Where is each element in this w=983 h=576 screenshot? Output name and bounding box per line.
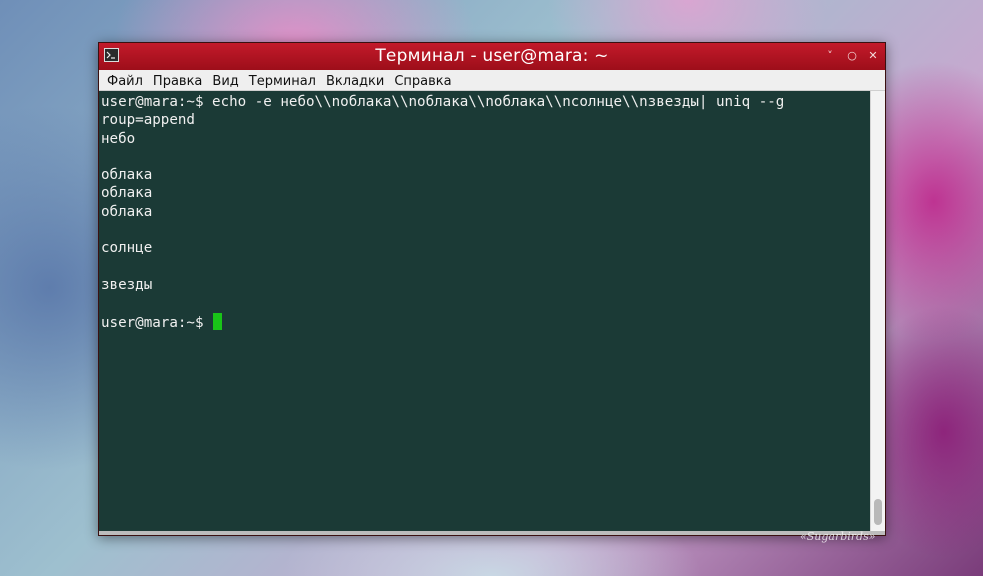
menu-bar: Файл Правка Вид Терминал Вкладки Справка [99, 70, 885, 91]
text-cursor [213, 312, 223, 330]
terminal-output[interactable]: user@mara:~$ echo -e небо\\nоблака\\nобл… [99, 91, 870, 529]
terminal-window: Терминал - user@mara: ~ ˅ ○ ✕ Файл Правка… [98, 42, 886, 536]
vertical-scrollbar[interactable] [870, 91, 885, 531]
maximize-button[interactable]: ○ [845, 49, 859, 63]
wallpaper-watermark: «Sugarbirds» [800, 530, 876, 543]
title-bar[interactable]: Терминал - user@mara: ~ ˅ ○ ✕ [99, 43, 885, 70]
scrollbar-thumb[interactable] [874, 499, 882, 525]
menu-view[interactable]: Вид [207, 72, 243, 92]
terminal-line: облака [101, 167, 153, 184]
terminal-line: user@mara:~$ echo -e небо\\nоблака\\nобл… [101, 94, 785, 110]
prompt-line: user@mara:~$ [101, 312, 870, 331]
menu-tabs[interactable]: Вкладки [321, 72, 389, 92]
menu-terminal[interactable]: Терминал [244, 72, 321, 92]
terminal-line: roup=append [101, 112, 195, 129]
terminal-line: солнце [101, 240, 153, 257]
close-button[interactable]: ✕ [866, 49, 880, 63]
minimize-button[interactable]: ˅ [823, 49, 837, 63]
menu-file[interactable]: Файл [102, 72, 148, 92]
window-title: Терминал - user@mara: ~ [375, 46, 609, 66]
terminal-line: небо [101, 130, 136, 147]
window-bottom-border [99, 531, 885, 535]
terminal-line: облака [101, 185, 153, 202]
terminal-line: облака [101, 203, 153, 220]
menu-help[interactable]: Справка [389, 72, 456, 92]
menu-edit[interactable]: Правка [148, 72, 207, 92]
terminal-line: звезды [101, 276, 153, 293]
prompt: user@mara:~$ [101, 314, 213, 331]
